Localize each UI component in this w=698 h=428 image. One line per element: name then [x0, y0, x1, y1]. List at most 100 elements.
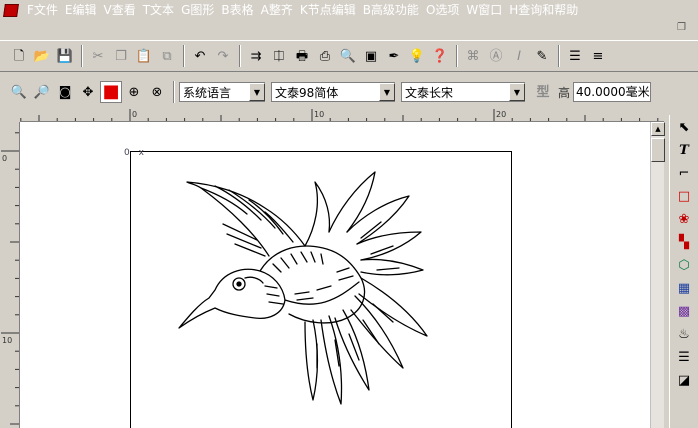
- height-input[interactable]: 40.0000毫米: [573, 82, 652, 102]
- menu-item-10[interactable]: W窗口: [463, 1, 506, 19]
- new-file-button[interactable]: 🗋: [8, 45, 30, 67]
- undo-button[interactable]: ↶: [189, 45, 211, 67]
- zoom-in-button[interactable]: 🔍: [8, 81, 30, 103]
- menu-item-9[interactable]: O选项: [423, 1, 463, 19]
- fill-color-button[interactable]: ■: [100, 81, 122, 103]
- color-tool[interactable]: ▚: [672, 232, 696, 253]
- copy-button[interactable]: ❐: [110, 45, 132, 67]
- menu-item-2[interactable]: V查看: [101, 1, 140, 19]
- zoom-select-button[interactable]: ⊕: [123, 81, 145, 103]
- menu-item-5[interactable]: B表格: [218, 1, 257, 19]
- menu-item-0[interactable]: F文件: [21, 1, 62, 19]
- language-value: 系统语言: [183, 85, 232, 100]
- chevron-down-icon[interactable]: ▼: [509, 83, 525, 101]
- font-style-button[interactable]: 型: [531, 81, 555, 103]
- text-tool[interactable]: T: [672, 140, 696, 161]
- misc-tool[interactable]: ◪: [672, 370, 696, 391]
- table-icon: ▦: [677, 281, 691, 296]
- page-zoom-icon: 🔍: [339, 48, 357, 64]
- ruler-label: 10: [314, 110, 324, 119]
- zoom-fit-button[interactable]: ◙: [54, 81, 76, 103]
- horizontal-ruler[interactable]: 0 10 20: [20, 108, 664, 122]
- menu-item-6[interactable]: A整齐: [258, 1, 297, 19]
- tool-a-icon: ⌘: [466, 48, 480, 64]
- bird-drawing[interactable]: [165, 154, 435, 424]
- tool-b-button[interactable]: Ⓐ: [485, 45, 507, 67]
- text-frame-icon: ⎅: [273, 48, 285, 64]
- printer-icon: 🖶: [295, 48, 309, 64]
- canvas-workspace[interactable]: 0 x: [20, 122, 664, 428]
- toolbar-separator: [239, 45, 241, 67]
- tool-a-button[interactable]: ⌘: [462, 45, 484, 67]
- toolbar-separator: [558, 45, 560, 67]
- align-button[interactable]: ☰: [564, 45, 586, 67]
- import-button[interactable]: ⇉: [245, 45, 267, 67]
- format-toolbar: 🔍 🔎 ◙ ✥ ■ ⊕ ⊗ 系统语言 ▼ 文泰98简体 ▼ 文泰长宋 ▼ 型 高 40.00…: [0, 78, 698, 106]
- ruler-label: 0: [2, 154, 7, 163]
- chevron-down-icon[interactable]: ▼: [379, 83, 395, 101]
- menu-item-1[interactable]: E编辑: [62, 1, 101, 19]
- print-button[interactable]: 🖶: [291, 45, 313, 67]
- vertical-ruler[interactable]: 0 10: [0, 122, 20, 428]
- restore-window-icon[interactable]: ❐: [677, 22, 686, 33]
- paste-special-icon: ⧉: [162, 48, 172, 64]
- frame-icon: ▣: [364, 48, 378, 64]
- crop-tool[interactable]: ⌐: [672, 163, 696, 184]
- justify-button[interactable]: ≡: [587, 45, 609, 67]
- shape-tool[interactable]: ⬡: [672, 255, 696, 276]
- chinese-font-select[interactable]: 文泰98简体 ▼: [271, 82, 395, 102]
- rect-tool[interactable]: □: [672, 186, 696, 207]
- toolbar-separator: [81, 45, 83, 67]
- redo-button[interactable]: ↷: [212, 45, 234, 67]
- scrollbar-thumb[interactable]: [651, 138, 665, 162]
- tool-d-button[interactable]: ✎: [531, 45, 553, 67]
- cut-button[interactable]: ✂: [87, 45, 109, 67]
- text-frame-button[interactable]: ⎅: [268, 45, 290, 67]
- zoom-page-button[interactable]: 🔍: [337, 45, 359, 67]
- vertical-scrollbar[interactable]: ▲: [650, 122, 665, 428]
- zoom-all-button[interactable]: ⊗: [146, 81, 168, 103]
- select-tool[interactable]: ⬉: [672, 117, 696, 138]
- scissors-icon: ✂: [92, 48, 104, 64]
- effect-tool[interactable]: ❀: [672, 209, 696, 230]
- floppy-icon: 💾: [56, 48, 74, 64]
- pen-icon: ✒: [388, 48, 400, 64]
- menu-item-3[interactable]: T文本: [140, 1, 178, 19]
- font-name-value: 文泰长宋: [405, 85, 454, 100]
- help-icon: ❓: [431, 48, 449, 64]
- ruler-label: 10: [2, 336, 12, 345]
- ruler-label: 0: [132, 110, 137, 119]
- height-label: 高: [558, 85, 571, 100]
- tips-button[interactable]: 💡: [406, 45, 428, 67]
- list-tool[interactable]: ☰: [672, 347, 696, 368]
- print-preview-button[interactable]: ⎙: [314, 45, 336, 67]
- font-name-select[interactable]: 文泰长宋 ▼: [401, 82, 525, 102]
- menu-item-11[interactable]: H查询和帮助: [506, 1, 582, 19]
- paste-special-button[interactable]: ⧉: [156, 45, 178, 67]
- move-button[interactable]: ✥: [77, 81, 99, 103]
- zoom-in-icon: 🔍: [10, 84, 28, 100]
- tool-c-button[interactable]: 𝐼: [508, 45, 530, 67]
- zoom-out-button[interactable]: 🔎: [31, 81, 53, 103]
- rectangle-icon: □: [677, 189, 691, 204]
- table-tool[interactable]: ▦: [672, 278, 696, 299]
- zoom-fit-icon: ◙: [58, 84, 72, 100]
- open-file-button[interactable]: 📂: [31, 45, 53, 67]
- menu-item-8[interactable]: B高级功能: [360, 1, 423, 19]
- pen-button[interactable]: ✒: [383, 45, 405, 67]
- menu-item-7[interactable]: K节点编辑: [297, 1, 360, 19]
- origin-marker: 0 x: [124, 149, 144, 158]
- palette-tool[interactable]: ▩: [672, 301, 696, 322]
- frame-button[interactable]: ▣: [360, 45, 382, 67]
- help-button[interactable]: ❓: [429, 45, 451, 67]
- menu-item-4[interactable]: G图形: [178, 1, 218, 19]
- menu-bar: F文件 E编辑 V查看 T文本 G图形 B表格 A整齐 K节点编辑 B高级功能 O选项 W窗口 H查询…: [0, 0, 698, 20]
- chinese-font-value: 文泰98简体: [275, 85, 339, 100]
- paste-button[interactable]: 📋: [133, 45, 155, 67]
- language-select[interactable]: 系统语言 ▼: [179, 82, 265, 102]
- scroll-up-icon[interactable]: ▲: [651, 122, 665, 136]
- save-button[interactable]: 💾: [54, 45, 76, 67]
- fill-tool[interactable]: ♨: [672, 324, 696, 345]
- chevron-down-icon[interactable]: ▼: [249, 83, 265, 101]
- import-icon: ⇉: [250, 48, 262, 64]
